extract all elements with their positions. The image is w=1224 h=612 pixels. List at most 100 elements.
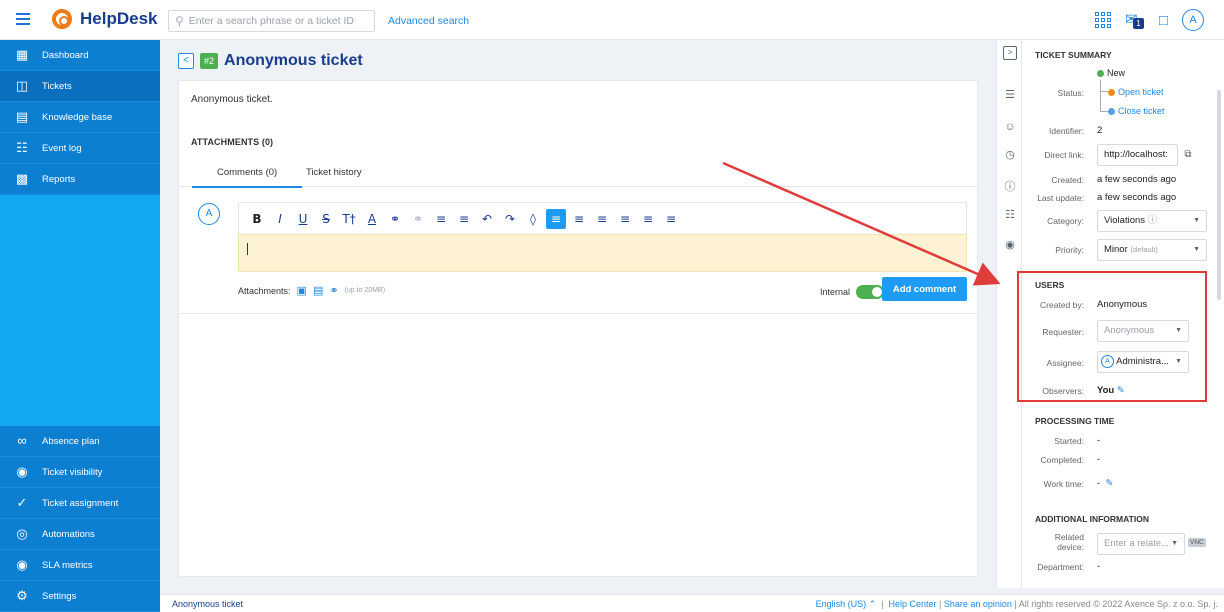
observers-value: You ✎ [1097, 385, 1125, 396]
ticket-description: Anonymous ticket. [191, 94, 273, 105]
font-size-icon[interactable]: T† [339, 209, 359, 229]
brand-logo[interactable]: HelpDesk [52, 9, 157, 29]
search-box[interactable]: ⚲ [168, 10, 375, 32]
redo-icon[interactable]: ↷ [500, 209, 520, 229]
add-comment-button[interactable]: Add comment [882, 277, 967, 301]
sidebar-item-reports[interactable]: ▩ Reports [0, 164, 160, 195]
sidebar-item-label: Ticket assignment [42, 497, 119, 509]
advanced-search-link[interactable]: Advanced search [388, 15, 469, 27]
tree-connector [1100, 80, 1108, 92]
priority-label: Priority: [1055, 245, 1084, 255]
chat-icon[interactable]: □ [1159, 12, 1168, 29]
category-select[interactable]: Violations ⓘ ▼ [1097, 210, 1207, 232]
notifications-icon[interactable]: ✉ 1 [1125, 10, 1145, 30]
justify-icon[interactable]: ≡ [661, 209, 681, 229]
tab-comments[interactable]: Comments (0) [191, 167, 303, 188]
underline-icon[interactable]: U [293, 209, 313, 229]
strikethrough-icon[interactable]: S [316, 209, 336, 229]
screenshot-icon[interactable]: ▣ [297, 284, 307, 297]
status-close-dot [1108, 108, 1115, 116]
users-header: USERS [1035, 280, 1065, 290]
completed-value: - [1097, 454, 1101, 465]
share-opinion-link[interactable]: Share an opinion [944, 599, 1012, 609]
vnc-button[interactable]: VNC [1188, 538, 1206, 547]
close-ticket-link[interactable]: Close ticket [1108, 106, 1165, 116]
hamburger-menu-icon[interactable] [16, 13, 30, 25]
sidebar-item-label: Reports [42, 173, 76, 185]
status-new-dot [1097, 70, 1104, 78]
bulleted-list-icon[interactable]: ≡ [431, 209, 451, 229]
sidebar-item-knowledge-base[interactable]: ▤ Knowledge base [0, 102, 160, 133]
unlink-icon[interactable]: ⚭ [408, 209, 428, 229]
info-icon[interactable]: ⓘ [1003, 180, 1017, 194]
user-avatar[interactable]: A [1182, 9, 1204, 31]
reports-icon: ▩ [15, 171, 29, 186]
assignee-avatar: A [1101, 354, 1114, 368]
info-icon: ⓘ [1147, 215, 1158, 226]
priority-select[interactable]: Minor (default) ▼ [1097, 239, 1207, 261]
users-icon[interactable]: ☺ [1003, 120, 1017, 134]
back-button[interactable]: < [178, 53, 194, 69]
sidebar-item-event-log[interactable]: ☷ Event log [0, 133, 160, 164]
edit-pencil-icon[interactable]: ✎ [1105, 478, 1113, 489]
direct-link-label: Direct link: [1044, 150, 1084, 160]
search-input[interactable] [188, 15, 364, 27]
panel-scrollbar[interactable] [1217, 90, 1221, 300]
requester-select[interactable]: Anonymous ▼ [1097, 320, 1189, 342]
collapse-panel-icon[interactable]: > [1003, 46, 1017, 60]
text-color-icon[interactable]: A [362, 209, 382, 229]
related-label-line2: device: [1057, 542, 1084, 552]
paperclip-icon[interactable]: ⚭ [329, 284, 338, 297]
apps-grid-icon[interactable] [1094, 12, 1111, 28]
sidebar-item-absence-plan[interactable]: ∞ Absence plan [0, 426, 160, 457]
direct-link-field[interactable]: http://localhost: [1097, 144, 1178, 166]
align-center-icon[interactable]: ≡ [569, 209, 589, 229]
sidebar-item-label: Knowledge base [42, 111, 113, 123]
editor-toolbar: B I U S T† A ⚭ ⚭ ≡ ≡ ↶ ↷ ◊ ≡ ≡ ≡ ≡ ≡ ≡ [238, 202, 967, 234]
save-file-icon[interactable]: ▤ [313, 284, 323, 297]
align-left-icon[interactable]: ≡ [546, 208, 566, 229]
align-right-icon[interactable]: ≡ [592, 209, 612, 229]
outdent-icon[interactable]: ≡ [638, 209, 658, 229]
sidebar-item-tickets[interactable]: ◫ Tickets [0, 71, 160, 102]
comment-editor[interactable] [238, 234, 967, 272]
internal-toggle[interactable] [856, 285, 885, 299]
close-ticket-label: Close ticket [1118, 106, 1165, 116]
help-center-link[interactable]: Help Center [888, 599, 936, 609]
numbered-list-icon[interactable]: ≡ [454, 209, 474, 229]
related-device-select[interactable]: Enter a relate... ▼ [1097, 533, 1185, 555]
clear-format-icon[interactable]: ◊ [523, 209, 543, 229]
chevron-down-icon: ▼ [1175, 358, 1182, 365]
requester-label: Requester: [1042, 327, 1084, 337]
sidebar-item-settings[interactable]: ⚙ Settings [0, 581, 160, 612]
automations-icon: ◎ [16, 526, 28, 541]
assignee-select[interactable]: A Administra... ▼ [1097, 351, 1189, 373]
link-icon[interactable]: ⚭ [385, 209, 405, 229]
undo-icon[interactable]: ↶ [477, 209, 497, 229]
sidebar-item-automations[interactable]: ◎ Automations [0, 519, 160, 550]
ticket-summary-header: TICKET SUMMARY [1035, 50, 1112, 60]
indent-icon[interactable]: ≡ [615, 209, 635, 229]
bold-icon[interactable]: B [247, 209, 267, 229]
open-ticket-link[interactable]: Open ticket [1108, 87, 1164, 97]
language-selector[interactable]: English (US) ⌃ [816, 599, 877, 609]
related-icon[interactable]: ☷ [1003, 208, 1017, 222]
department-label: Department: [1037, 562, 1084, 572]
sidebar-item-ticket-visibility[interactable]: ◉ Ticket visibility [0, 457, 160, 488]
italic-icon[interactable]: I [270, 209, 290, 229]
observers-label: Observers: [1042, 386, 1084, 396]
visibility-panel-icon[interactable]: ◉ [1003, 238, 1017, 252]
settings-icon: ⚙ [16, 588, 28, 603]
tab-ticket-history[interactable]: Ticket history [306, 167, 362, 178]
priority-value: Minor [1104, 244, 1128, 255]
sidebar-item-sla-metrics[interactable]: ◉ SLA metrics [0, 550, 160, 581]
completed-label: Completed: [1040, 455, 1084, 465]
edit-pencil-icon[interactable]: ✎ [1117, 385, 1125, 396]
sidebar-item-ticket-assignment[interactable]: ✓ Ticket assignment [0, 488, 160, 519]
copy-icon[interactable]: ⧉ [1178, 145, 1198, 165]
details-icon[interactable]: ☰ [1003, 88, 1017, 102]
time-icon[interactable]: ◷ [1003, 148, 1017, 162]
sidebar-item-dashboard[interactable]: ▦ Dashboard [0, 40, 160, 71]
footer: Anonymous ticket English (US) ⌃ | Help C… [160, 594, 1224, 612]
ticket-summary-panel: TICKET SUMMARY New Status: Open ticket C… [1017, 40, 1224, 588]
